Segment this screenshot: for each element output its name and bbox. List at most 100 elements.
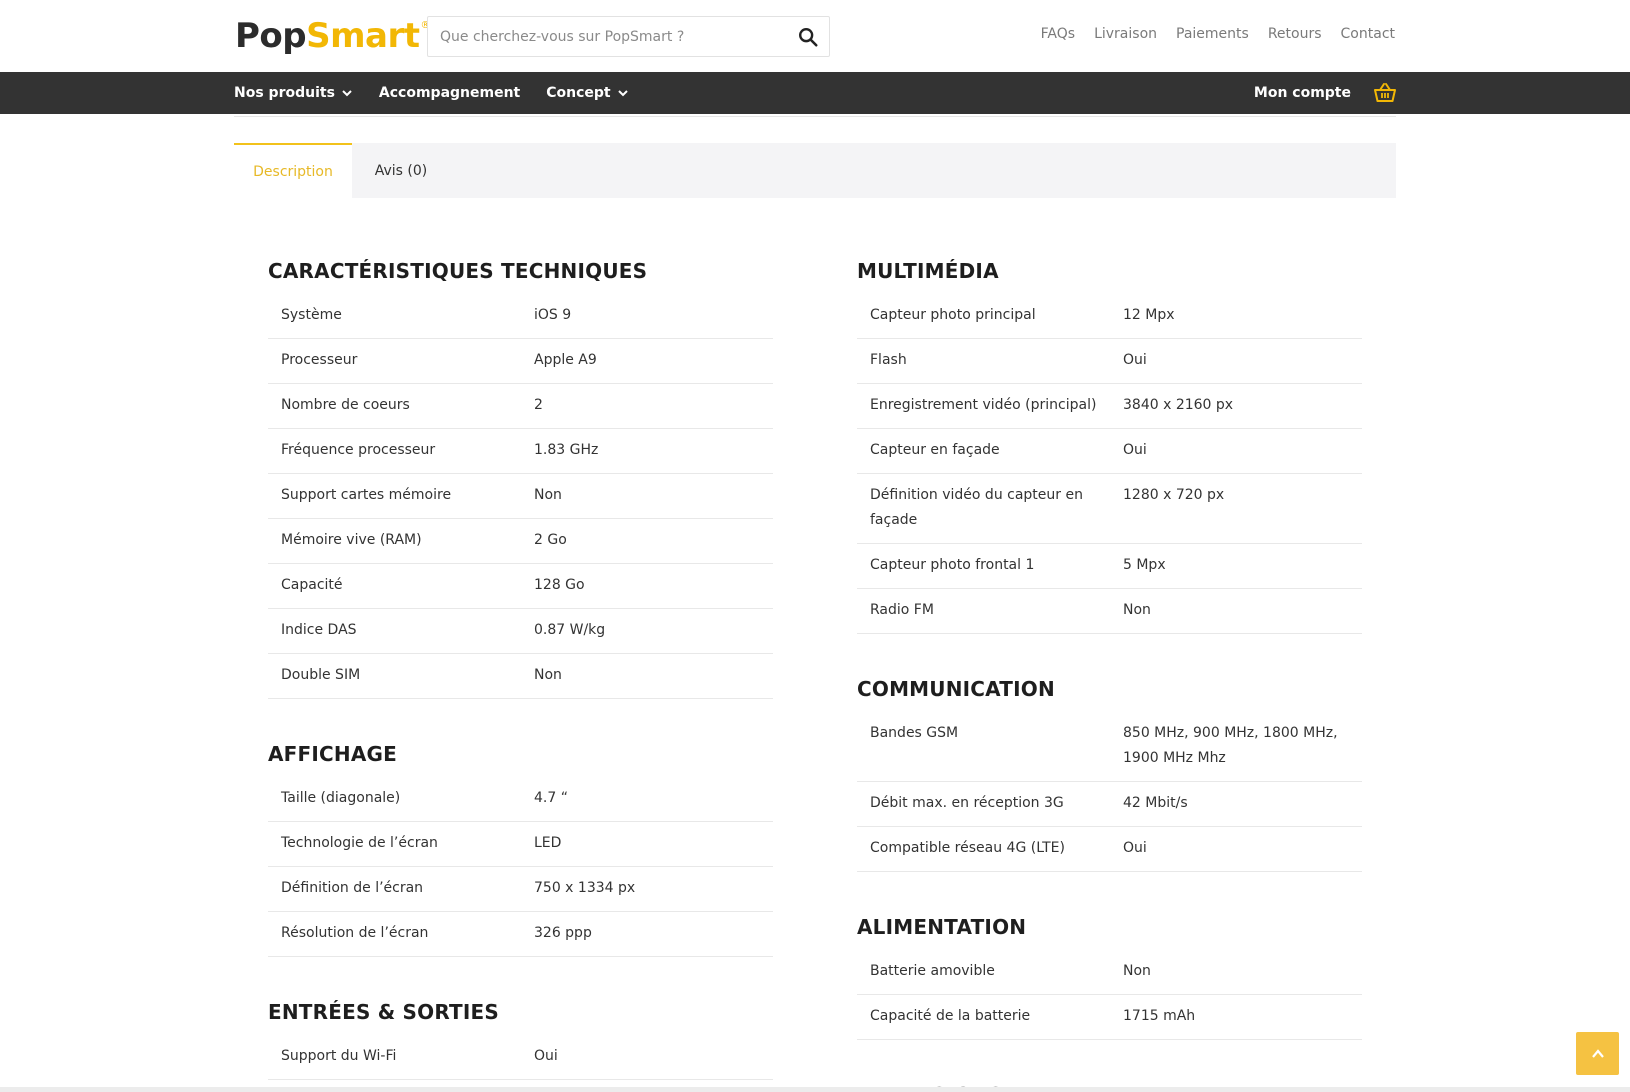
spec-table-communication: Bandes GSM 850 MHz, 900 MHz, 1800 MHz, 19…: [857, 712, 1362, 872]
table-row: Capacité de la batterie 1715 mAh: [857, 994, 1362, 1040]
spec-label: Double SIM: [268, 653, 521, 699]
table-row: Enregistrement vidéo (principal) 3840 x 2…: [857, 383, 1362, 429]
table-row: Définition vidéo du capteur en façade 128…: [857, 473, 1362, 544]
spec-label: Débit max. en réception 3G: [857, 781, 1110, 827]
spec-value: 2: [521, 383, 773, 429]
table-row: Capacité 128 Go: [268, 563, 773, 609]
table-row: Capteur en façade Oui: [857, 428, 1362, 474]
table-row: Fréquence processeur 1.83 GHz: [268, 428, 773, 474]
spec-value: Non: [521, 473, 773, 519]
spec-table-affichage: Taille (diagonale) 4.7 “Technologie de l’…: [268, 777, 773, 957]
spec-label: Système: [268, 294, 521, 339]
spec-value: Oui: [1110, 826, 1362, 872]
table-row: Bandes GSM 850 MHz, 900 MHz, 1800 MHz, 19…: [857, 712, 1362, 782]
spec-label: Capteur photo frontal 1: [857, 543, 1110, 589]
spec-label: Support cartes mémoire: [268, 473, 521, 519]
logo-text-smart: Smart: [306, 16, 420, 56]
nav-label: Nos produits: [234, 85, 335, 101]
table-row: Processeur Apple A9: [268, 338, 773, 384]
section-title-entrees-sorties: ENTRÉES & SORTIES: [268, 1000, 499, 1024]
top-header: Pop Smart ® FAQs Livraison Paiements Ret…: [0, 0, 1630, 72]
table-row: Système iOS 9: [268, 294, 773, 339]
spec-value: Oui: [521, 1035, 773, 1080]
bottom-strip: [0, 1087, 1630, 1092]
search-icon[interactable]: [797, 26, 819, 48]
spec-label: Radio FM: [857, 588, 1110, 634]
spec-label: Résolution de l’écran: [268, 911, 521, 957]
specs-left-column: CARACTÉRISTIQUES TECHNIQUES Système iOS 9P…: [268, 256, 773, 1092]
spec-value: Oui: [1110, 338, 1362, 384]
spec-label: Support du Wi-Fi: [268, 1035, 521, 1080]
account-link[interactable]: Mon compte: [1254, 85, 1351, 101]
spec-value: 4.7 “: [521, 777, 773, 822]
spec-value: 0.87 W/kg: [521, 608, 773, 654]
tab-description[interactable]: Description: [234, 143, 352, 198]
spec-label: Processeur: [268, 338, 521, 384]
spec-label: Bandes GSM: [857, 712, 1110, 782]
top-links: FAQs Livraison Paiements Retours Contact: [1041, 26, 1395, 42]
table-row: Capteur photo frontal 15 Mpx: [857, 543, 1362, 589]
table-row: Flash Oui: [857, 338, 1362, 384]
table-row: Mémoire vive (RAM) 2 Go: [268, 518, 773, 564]
table-row: Double SIM Non: [268, 653, 773, 699]
spec-label: Technologie de l’écran: [268, 821, 521, 867]
spec-value: 1715 mAh: [1110, 994, 1362, 1040]
spec-label: Batterie amovible: [857, 950, 1110, 995]
spec-value: 1.83 GHz: [521, 428, 773, 474]
link-faqs[interactable]: FAQs: [1041, 26, 1075, 42]
spec-label: Fréquence processeur: [268, 428, 521, 474]
nav-concept[interactable]: Concept: [546, 85, 628, 101]
section-title-caracteristiques-techniques: CARACTÉRISTIQUES TECHNIQUES: [268, 259, 648, 283]
table-row: Batterie amovible Non: [857, 950, 1362, 995]
nav-accompagnement[interactable]: Accompagnement: [379, 85, 520, 101]
spec-label: Capteur photo principal: [857, 294, 1110, 339]
spec-table-multimedia: Capteur photo principal 12 Mpx Flash Oui Enr…: [857, 294, 1362, 634]
chevron-up-icon: [1591, 1048, 1604, 1058]
table-row: Résolution de l’écran 326 ppp: [268, 911, 773, 957]
spec-table-alimentation: Batterie amovible Non Capacité de la batte…: [857, 950, 1362, 1040]
search-input[interactable]: [440, 17, 780, 56]
chevron-down-icon: [617, 90, 628, 97]
spec-value: Apple A9: [521, 338, 773, 384]
table-row: Radio FM Non: [857, 588, 1362, 634]
nav-nos-produits[interactable]: Nos produits: [234, 85, 353, 101]
table-row: Nombre de coeurs 2: [268, 383, 773, 429]
chevron-down-icon: [342, 90, 352, 97]
table-row: Technologie de l’écran LED: [268, 821, 773, 867]
spec-value: 2 Go: [521, 518, 773, 564]
spec-value: LED: [521, 821, 773, 867]
table-row: Définition de l’écran 750 x 1334 px: [268, 866, 773, 912]
spec-label: Mémoire vive (RAM): [268, 518, 521, 564]
main-nav: Nos produits Accompagnement Concept Mon …: [0, 72, 1630, 114]
spec-label: Compatible réseau 4G (LTE): [857, 826, 1110, 872]
logo-text-pop: Pop: [235, 16, 307, 56]
spec-value: Oui: [1110, 428, 1362, 474]
table-row: Taille (diagonale) 4.7 “: [268, 777, 773, 822]
nav-label: Accompagnement: [378, 85, 521, 101]
spec-value: iOS 9: [521, 294, 773, 339]
tab-avis[interactable]: Avis (0): [352, 143, 450, 198]
table-row: Débit max. en réception 3G 42 Mbit/s: [857, 781, 1362, 827]
table-row: Compatible réseau 4G (LTE) Oui: [857, 826, 1362, 872]
product-tabs: Description Avis (0): [234, 143, 1396, 198]
search-box: [427, 16, 830, 57]
specs-right-column: MULTIMÉDIA Capteur photo principal 12 Mpx F…: [857, 256, 1362, 1092]
spec-label: Capacité: [268, 563, 521, 609]
spec-label: Enregistrement vidéo (principal): [857, 383, 1110, 429]
link-livraison[interactable]: Livraison: [1094, 26, 1157, 42]
spec-value: 5 Mpx: [1110, 543, 1362, 589]
table-row: Support cartes mémoire Non: [268, 473, 773, 519]
basket-icon[interactable]: [1373, 82, 1397, 104]
spec-value: 12 Mpx: [1110, 294, 1362, 339]
spec-table-entrees-sorties: Support du Wi-FiOuiNorme Wi-FiWi-Fi 802.…: [268, 1035, 773, 1092]
section-title-communication: COMMUNICATION: [857, 677, 1055, 701]
link-paiements[interactable]: Paiements: [1176, 26, 1249, 42]
link-contact[interactable]: Contact: [1341, 26, 1395, 42]
spec-value: Non: [521, 653, 773, 699]
spec-value: 3840 x 2160 px: [1110, 383, 1362, 429]
popsmart-logo[interactable]: Pop Smart ®: [235, 16, 431, 56]
link-retours[interactable]: Retours: [1268, 26, 1322, 42]
spec-table-caracteristiques-techniques: Système iOS 9 Processeur Apple A9 Nombre de …: [268, 294, 773, 699]
table-row: Indice DAS 0.87 W/kg: [268, 608, 773, 654]
scroll-to-top-button[interactable]: [1576, 1032, 1619, 1075]
